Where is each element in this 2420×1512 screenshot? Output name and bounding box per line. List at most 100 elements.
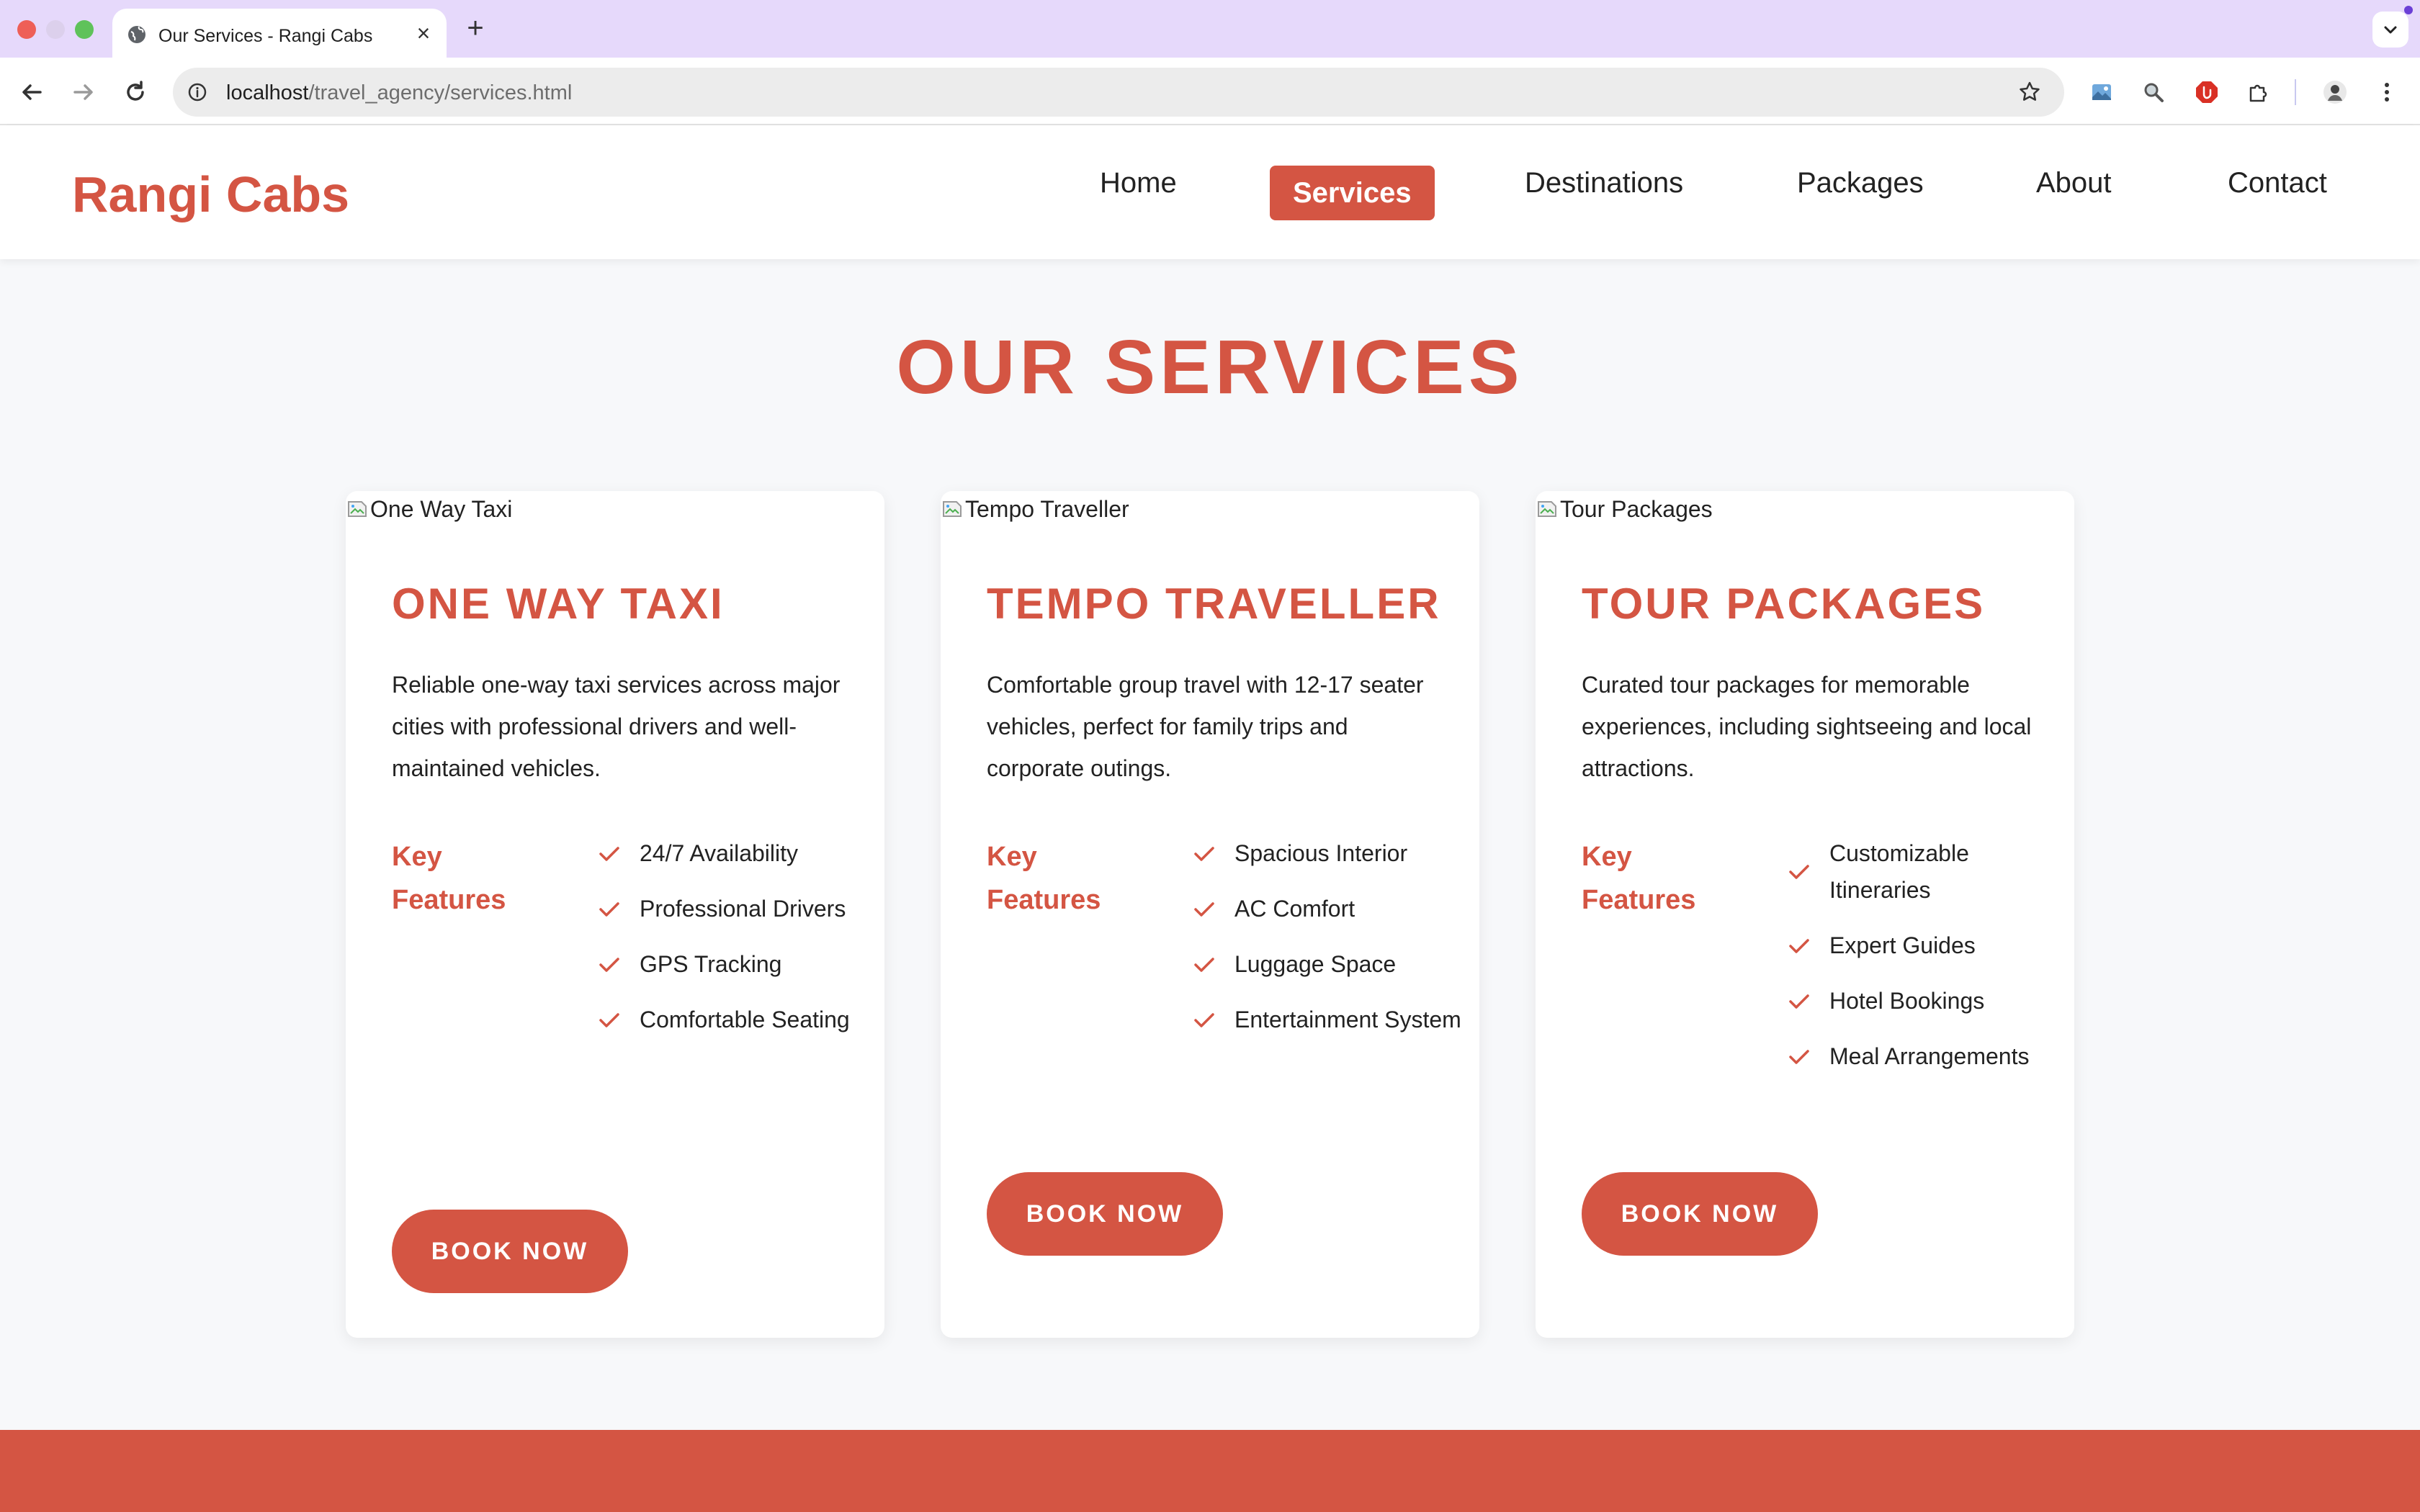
check-icon (1789, 994, 1809, 1009)
window-close-button[interactable] (17, 20, 36, 39)
url-host: localhost (226, 81, 309, 104)
check-icon (1194, 1012, 1214, 1027)
feature-item: Hotel Bookings (1786, 983, 2060, 1020)
tab-search-button[interactable] (2372, 12, 2408, 48)
new-tab-plus-icon[interactable]: + (462, 14, 488, 42)
window-maximize-button[interactable] (75, 20, 94, 39)
tab-close-icon[interactable]: × (412, 22, 435, 45)
service-image: Tour Packages (1536, 491, 1713, 527)
image-alt-text: Tour Packages (1560, 495, 1713, 522)
key-features-label: Key Features (1582, 842, 1696, 915)
nav-services[interactable]: Services (1270, 166, 1435, 220)
feature-text: GPS Tracking (640, 951, 782, 977)
globe-icon (128, 26, 145, 43)
chevron-down-icon (2384, 26, 2397, 34)
page-title: OUR SERVICES (896, 325, 1524, 410)
feature-text: 24/7 Availability (640, 840, 798, 866)
card-description: Reliable one-way taxi services across ma… (392, 672, 841, 781)
card-title: TOUR PACKAGES (1582, 580, 1986, 628)
nav-packages[interactable]: Packages (1797, 166, 1924, 200)
zoom-extension-icon[interactable] (2141, 79, 2166, 105)
card-title: TEMPO TRAVELLER (987, 580, 1441, 628)
site-info-icon[interactable] (186, 81, 209, 104)
bookmark-star-icon[interactable] (2017, 79, 2043, 105)
broken-image-icon (943, 501, 962, 517)
feature-text: Customizable Itineraries (1829, 840, 1969, 903)
check-icon (1789, 1049, 1809, 1064)
more-menu-icon[interactable] (2374, 79, 2400, 105)
book-now-button[interactable]: BOOK NOW (1582, 1172, 1818, 1256)
feature-text: AC Comfort (1234, 896, 1355, 922)
feature-item: Spacious Interior (1191, 835, 1465, 872)
service-card-one-way-taxi: One Way Taxi ONE WAY TAXI Reliable one-w… (346, 491, 884, 1338)
feature-item: Expert Guides (1786, 927, 2060, 964)
notification-dot (2404, 6, 2413, 14)
image-alt-text: Tempo Traveller (965, 495, 1129, 522)
check-icon (1194, 846, 1214, 861)
window-minimize-button[interactable] (46, 20, 65, 39)
feature-list: 24/7 Availability Professional Drivers G… (596, 835, 870, 1057)
feature-item: AC Comfort (1191, 891, 1465, 927)
toolbar-divider (2295, 79, 2296, 105)
photo-extension-icon[interactable] (2089, 79, 2115, 105)
feature-item: Entertainment System (1191, 1002, 1465, 1038)
feature-text: Hotel Bookings (1829, 988, 1985, 1014)
check-icon (1789, 865, 1809, 879)
check-icon (1194, 957, 1214, 972)
profile-avatar-icon[interactable] (2322, 79, 2348, 105)
feature-item: Professional Drivers (596, 891, 870, 927)
book-now-button[interactable]: BOOK NOW (392, 1210, 628, 1293)
address-bar[interactable]: localhost/travel_agency/services.html (173, 68, 2064, 117)
feature-text: Professional Drivers (640, 896, 846, 922)
nav-about[interactable]: About (2036, 166, 2112, 200)
tab-title: Our Services - Rangi Cabs (158, 26, 373, 46)
feature-item: Meal Arrangements (1786, 1038, 2060, 1075)
reload-icon[interactable] (120, 76, 151, 108)
feature-text: Expert Guides (1829, 932, 1976, 958)
url-path: /travel_agency/services.html (308, 81, 573, 104)
feature-item: 24/7 Availability (596, 835, 870, 872)
back-arrow-icon[interactable] (16, 76, 48, 108)
broken-image-icon (1538, 501, 1556, 517)
card-description: Comfortable group travel with 12-17 seat… (987, 672, 1424, 781)
extensions-puzzle-icon[interactable] (2246, 79, 2272, 105)
feature-item: Luggage Space (1191, 946, 1465, 983)
nav-contact[interactable]: Contact (2228, 166, 2327, 200)
site-logo[interactable]: Rangi Cabs (72, 166, 349, 223)
service-image: Tempo Traveller (941, 491, 1129, 527)
footer-bar (0, 1430, 2420, 1512)
feature-item: Comfortable Seating (596, 1002, 870, 1038)
key-features-label: Key Features (392, 842, 506, 915)
feature-item: GPS Tracking (596, 946, 870, 983)
feature-text: Spacious Interior (1234, 840, 1408, 866)
check-icon (599, 957, 619, 972)
image-alt-text: One Way Taxi (370, 495, 513, 522)
card-description: Curated tour packages for memorable expe… (1582, 672, 2032, 781)
feature-text: Meal Arrangements (1829, 1043, 2030, 1069)
browser-tab-strip: Our Services - Rangi Cabs × + (0, 0, 2420, 58)
forward-arrow-icon[interactable] (68, 76, 99, 108)
feature-text: Comfortable Seating (640, 1007, 850, 1032)
check-icon (599, 901, 619, 917)
browser-toolbar: localhost/travel_agency/services.html (0, 58, 2420, 125)
broken-image-icon (348, 501, 367, 517)
key-features-label: Key Features (987, 842, 1101, 915)
check-icon (599, 846, 619, 861)
browser-tab-active[interactable]: Our Services - Rangi Cabs × (112, 9, 447, 58)
feature-text: Luggage Space (1234, 951, 1397, 977)
service-image: One Way Taxi (346, 491, 512, 527)
check-icon (1789, 938, 1809, 953)
check-icon (599, 1012, 619, 1027)
adblock-extension-icon[interactable] (2194, 79, 2220, 105)
check-icon (1194, 901, 1214, 917)
nav-destinations[interactable]: Destinations (1525, 166, 1683, 200)
service-card-tempo-traveller: Tempo Traveller TEMPO TRAVELLER Comforta… (941, 491, 1479, 1338)
card-title: ONE WAY TAXI (392, 580, 725, 628)
site-header: Rangi Cabs Home Services Destinations Pa… (0, 125, 2420, 259)
url-text: localhost/travel_agency/services.html (226, 81, 572, 105)
book-now-button[interactable]: BOOK NOW (987, 1172, 1223, 1256)
feature-list: Spacious Interior AC Comfort Luggage Spa… (1191, 835, 1465, 1057)
service-card-tour-packages: Tour Packages TOUR PACKAGES Curated tour… (1536, 491, 2074, 1338)
nav-home[interactable]: Home (1100, 166, 1177, 200)
feature-list: Customizable Itineraries Expert Guides H… (1786, 835, 2060, 1094)
